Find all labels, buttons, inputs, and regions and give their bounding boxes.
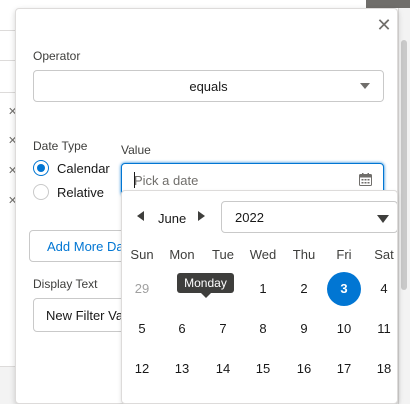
year-value: 2022 [235, 210, 264, 225]
background-header-strip [366, 0, 410, 8]
calendar-day[interactable]: 18 [367, 352, 397, 386]
calendar-day[interactable]: 12 [125, 352, 159, 386]
display-text-label: Display Text [33, 277, 98, 291]
weekday-header: Fri [336, 247, 352, 262]
weekday-header: Mon [169, 247, 195, 262]
calendar-day[interactable]: 8 [246, 312, 280, 346]
calendar-day[interactable]: 16 [287, 352, 321, 386]
weekday-header: Wed [249, 247, 277, 262]
radio-relative[interactable]: Relative [33, 183, 104, 201]
weekday-header: Sun [130, 247, 154, 262]
date-type-label: Date Type [33, 139, 88, 153]
month-label: June [158, 211, 187, 226]
calendar-day[interactable]: 17 [327, 352, 361, 386]
operator-label: Operator [33, 49, 81, 63]
operator-select[interactable]: equals [33, 70, 384, 102]
calendar-day[interactable]: 15 [246, 352, 280, 386]
close-icon[interactable]: ✕ [375, 16, 393, 34]
calendar-icon[interactable] [359, 173, 372, 186]
display-text-input[interactable]: New Filter Value [33, 298, 125, 332]
calendar-day-selected[interactable]: 3 [327, 272, 361, 306]
calendar-day[interactable]: 7 [206, 312, 240, 346]
previous-month-icon[interactable] [137, 211, 144, 221]
calendar-day[interactable]: 29 [125, 272, 159, 306]
chevron-down-icon [377, 215, 389, 223]
radio-button[interactable] [33, 184, 49, 200]
weekday-header: Sat [374, 247, 394, 262]
add-more-dates-button[interactable]: Add More Dates [29, 230, 125, 262]
calendar-day[interactable]: 13 [165, 352, 199, 386]
date-input-placeholder: Pick a date [134, 173, 199, 188]
background-divider [0, 30, 16, 31]
weekday-header: Thu [292, 247, 316, 262]
weekday-tooltip: Monday [177, 273, 234, 298]
radio-calendar[interactable]: Calendar [33, 159, 110, 177]
datepicker: June 2022 Sun Mon Tue Wed Thu Fri Sat 29… [121, 190, 398, 404]
operator-value: equals [189, 79, 228, 94]
next-month-icon[interactable] [198, 211, 205, 221]
background-divider [0, 92, 16, 93]
weekday-header: Tue [212, 247, 234, 262]
calendar-day[interactable]: 10 [327, 312, 361, 346]
value-label: Value [121, 143, 151, 157]
radio-button-checked[interactable] [33, 160, 49, 176]
calendar-day[interactable]: 1 [246, 272, 280, 306]
calendar-day[interactable]: 6 [165, 312, 199, 346]
calendar-day[interactable]: 9 [287, 312, 321, 346]
chevron-down-icon [360, 83, 370, 89]
calendar-day[interactable]: 2 [287, 272, 321, 306]
radio-calendar-label: Calendar [57, 160, 110, 176]
calendar-day[interactable]: 14 [206, 352, 240, 386]
radio-relative-label: Relative [57, 184, 104, 200]
background-divider [0, 60, 16, 61]
calendar-day[interactable]: 11 [367, 312, 397, 346]
calendar-day[interactable]: 5 [125, 312, 159, 346]
calendar-day[interactable]: 4 [367, 272, 397, 306]
year-select[interactable]: 2022 [221, 201, 397, 233]
scrollbar-thumb[interactable] [401, 40, 407, 290]
